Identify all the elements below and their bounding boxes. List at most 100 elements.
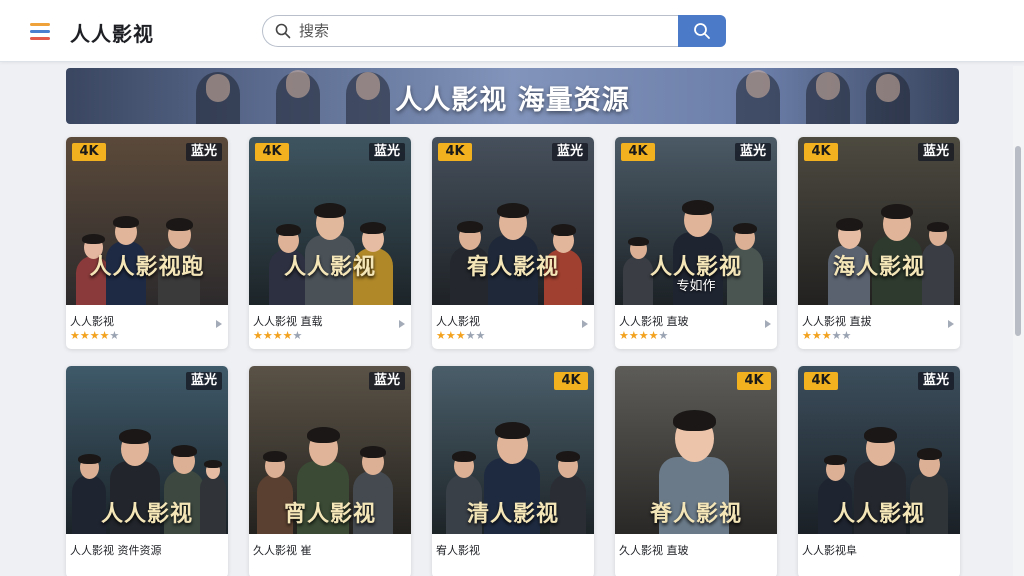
badge-4k: 4K	[804, 372, 838, 390]
video-card[interactable]: 蓝光宵人影视久人影视 崔	[249, 366, 411, 576]
star-icon: ★	[436, 329, 446, 342]
rating-stars: ★★★★★	[802, 329, 851, 342]
card-caption[interactable]: 久人影视 崔	[253, 542, 312, 558]
badge-bluray: 蓝光	[186, 143, 222, 161]
video-card[interactable]: 4K 蓝光 人人影视跑 人人影视 ★★★★★	[66, 137, 228, 349]
star-icon: ★	[89, 329, 100, 342]
star-icon: ★	[282, 329, 293, 342]
star-icon: ★	[292, 329, 303, 342]
poster-title: 宥人影视	[466, 255, 559, 280]
video-card[interactable]: 4K 蓝光 人人影视 人人影视 直载 ★★★★★	[249, 137, 411, 349]
poster-image[interactable]: 4K 蓝光人人影视	[249, 137, 411, 305]
card-caption[interactable]: 人人影视 直载	[253, 313, 323, 329]
badge-4k: 4K	[255, 143, 289, 161]
star-icon: ★	[445, 329, 456, 342]
badge-4k: 4K	[737, 372, 771, 390]
poster-image[interactable]: 4K 脊人影视	[615, 366, 777, 534]
poster-image[interactable]: 4K 蓝光海人影视	[798, 137, 960, 305]
badge-4k: 4K	[804, 143, 838, 161]
card-caption[interactable]: 人人影视	[436, 313, 480, 329]
poster-image[interactable]: 4K 蓝光宥人影视	[432, 137, 594, 305]
badge-bluray: 蓝光	[369, 372, 405, 390]
star-icon: ★	[658, 329, 669, 342]
rating-stars: ★★★★★	[619, 329, 668, 342]
card-caption[interactable]: 宥人影视	[436, 542, 480, 558]
menu-icon[interactable]	[28, 22, 52, 42]
poster-title: 人人影视	[832, 502, 925, 527]
star-icon: ★	[99, 329, 110, 342]
rating-stars: ★★★★★	[70, 329, 119, 342]
star-icon: ★	[841, 329, 852, 342]
card-caption[interactable]: 人人影视 资件资源	[70, 542, 162, 558]
badge-4k: 4K	[554, 372, 588, 390]
star-icon: ★	[70, 329, 80, 342]
poster-title: 人人影视	[283, 255, 376, 280]
search-input[interactable]	[299, 20, 659, 42]
search-icon	[275, 23, 291, 39]
promo-banner[interactable]: 人人影视 海量资源	[66, 68, 959, 124]
card-caption[interactable]: 人人影视阜	[802, 542, 857, 558]
badge-bluray: 蓝光	[552, 143, 588, 161]
poster-title: 宵人影视	[283, 502, 376, 527]
search-button[interactable]	[678, 15, 726, 47]
card-caption[interactable]: 久人影视 直玻	[619, 542, 689, 558]
video-card[interactable]: 4K 脊人影视久人影视 直玻	[615, 366, 777, 576]
card-caption[interactable]: 人人影视	[70, 313, 114, 329]
play-arrow-icon[interactable]	[582, 320, 588, 328]
poster-image[interactable]: 4K 蓝光人人影视	[798, 366, 960, 534]
poster-title: 人人影视跑	[89, 255, 205, 280]
poster-image[interactable]: 4K 清人影视	[432, 366, 594, 534]
play-arrow-icon[interactable]	[399, 320, 405, 328]
star-icon: ★	[109, 329, 120, 342]
poster-image[interactable]: 蓝光宵人影视	[249, 366, 411, 534]
star-icon: ★	[638, 329, 649, 342]
poster-image[interactable]: 4K 蓝光人人影视跑	[66, 137, 228, 305]
play-arrow-icon[interactable]	[216, 320, 222, 328]
star-icon: ★	[628, 329, 639, 342]
video-card[interactable]: 4K 蓝光 宥人影视 人人影视 ★★★★★	[432, 137, 594, 349]
video-card[interactable]: 4K 蓝光人人影视人人影视阜	[798, 366, 960, 576]
badge-bluray: 蓝光	[735, 143, 771, 161]
star-icon: ★	[465, 329, 476, 342]
badge-4k: 4K	[621, 143, 655, 161]
star-icon: ★	[821, 329, 832, 342]
card-caption[interactable]: 人人影视 直玻	[619, 313, 689, 329]
scrollbar-thumb[interactable]	[1015, 146, 1021, 336]
poster-image[interactable]: 4K 蓝光 人人影视 专如作	[615, 137, 777, 305]
card-caption[interactable]: 人人影视 直拔	[802, 313, 872, 329]
star-icon: ★	[811, 329, 822, 342]
poster-title: 人人影视	[100, 502, 193, 527]
star-icon: ★	[79, 329, 90, 342]
video-card[interactable]: 4K 蓝光海人影视人人影视 直拔 ★★★★★	[798, 137, 960, 349]
search-box	[262, 15, 680, 47]
rating-stars: ★★★★★	[253, 329, 302, 342]
star-icon: ★	[253, 329, 263, 342]
badge-bluray: 蓝光	[369, 143, 405, 161]
star-icon: ★	[831, 329, 842, 342]
badge-4k: 4K	[438, 143, 472, 161]
badge-4k: 4K	[72, 143, 106, 161]
poster-title: 清人影视	[466, 502, 559, 527]
star-icon: ★	[262, 329, 273, 342]
poster-image[interactable]: 蓝光 人人影视	[66, 366, 228, 534]
scrollbar[interactable]	[1013, 66, 1024, 576]
badge-bluray: 蓝光	[918, 372, 954, 390]
poster-title: 海人影视	[832, 255, 925, 280]
poster-title: 脊人影视	[649, 502, 742, 527]
video-card[interactable]: 4K 清人影视宥人影视	[432, 366, 594, 576]
site-logo[interactable]: 人人影视	[70, 18, 154, 47]
rating-stars: ★★★★★	[436, 329, 485, 342]
search-icon	[694, 23, 710, 39]
banner-title: 人人影视 海量资源	[395, 85, 630, 116]
star-icon: ★	[648, 329, 659, 342]
star-icon: ★	[455, 329, 466, 342]
badge-bluray: 蓝光	[918, 143, 954, 161]
star-icon: ★	[619, 329, 629, 342]
play-arrow-icon[interactable]	[765, 320, 771, 328]
play-arrow-icon[interactable]	[948, 320, 954, 328]
video-card[interactable]: 蓝光 人人影视人人影视 资件资源	[66, 366, 228, 576]
star-icon: ★	[272, 329, 283, 342]
top-header: 人人影视	[0, 0, 1024, 62]
star-icon: ★	[475, 329, 486, 342]
video-card[interactable]: 4K 蓝光 人人影视 专如作 人人影视 直玻 ★★★★★	[615, 137, 777, 349]
